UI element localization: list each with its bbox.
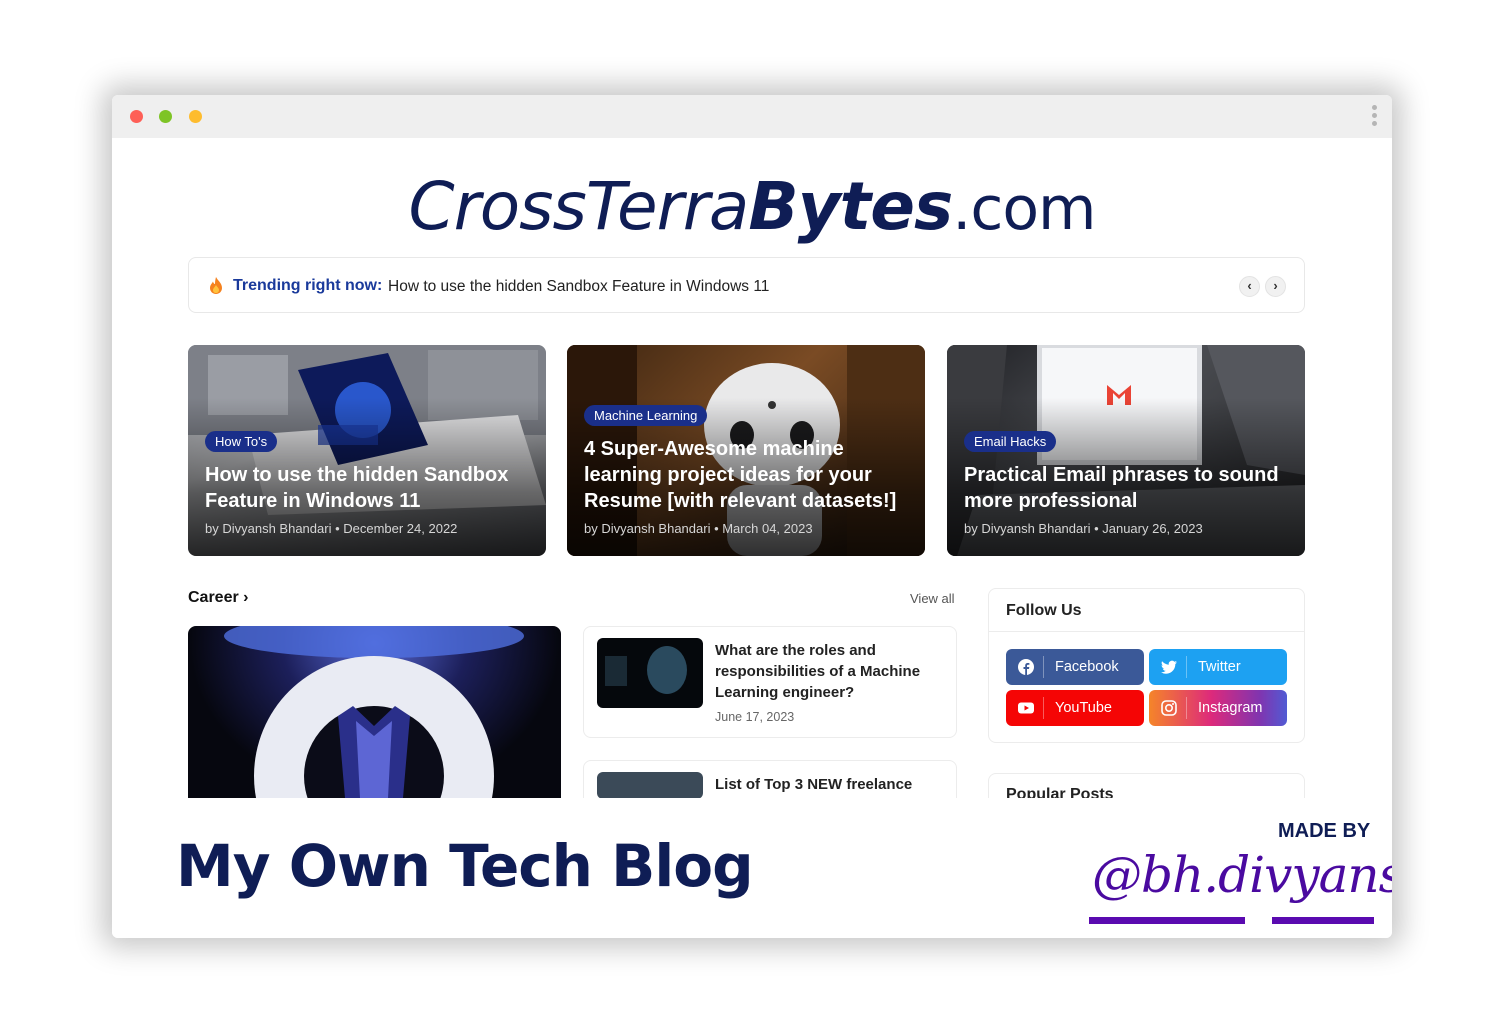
post-thumbnail xyxy=(597,638,703,708)
github-octocat-image xyxy=(224,626,524,798)
more-options-icon[interactable] xyxy=(1368,105,1380,129)
youtube-icon xyxy=(1018,702,1034,714)
trending-prev-button[interactable]: ‹ xyxy=(1239,276,1260,297)
handle-underline xyxy=(1272,917,1374,924)
card-meta: by Divyansh Bhandari • March 04, 2023 xyxy=(584,521,813,536)
post-date: June 17, 2023 xyxy=(715,710,795,724)
logo-part-crossterra: CrossTerra xyxy=(408,168,749,245)
category-badge[interactable]: Machine Learning xyxy=(584,405,708,426)
minimize-window-button[interactable] xyxy=(189,110,202,123)
close-window-button[interactable] xyxy=(130,110,143,123)
trending-label: Trending right now: xyxy=(233,277,383,294)
card-title[interactable]: Practical Email phrases to sound more pr… xyxy=(964,462,1291,514)
promo-footer: My Own Tech Blog MADE BY @bh.divyansh xyxy=(112,798,1392,938)
card-title[interactable]: How to use the hidden Sandbox Feature in… xyxy=(205,462,532,514)
logo-part-com: .com xyxy=(952,174,1096,244)
twitter-icon xyxy=(1161,660,1177,674)
post-title[interactable]: What are the roles and responsibilities … xyxy=(715,640,944,703)
card-meta: by Divyansh Bhandari • January 26, 2023 xyxy=(964,521,1203,536)
youtube-label: YouTube xyxy=(1055,700,1112,716)
facebook-label: Facebook xyxy=(1055,659,1119,675)
category-badge[interactable]: Email Hacks xyxy=(964,431,1057,452)
instagram-button[interactable]: Instagram xyxy=(1149,690,1287,726)
career-post-card[interactable]: What are the roles and responsibilities … xyxy=(583,626,957,738)
made-by-label: MADE BY xyxy=(1278,820,1371,842)
logo-part-bytes: Bytes xyxy=(748,168,953,245)
title-bar xyxy=(112,95,1392,138)
author-handle: @bh.divyansh xyxy=(1092,846,1392,904)
twitter-label: Twitter xyxy=(1198,659,1241,675)
career-section-heading[interactable]: Career › xyxy=(188,589,248,607)
card-meta: by Divyansh Bhandari • December 24, 2022 xyxy=(205,521,458,536)
card-title[interactable]: 4 Super-Awesome machine learning project… xyxy=(584,436,911,514)
featured-card-email-phrases[interactable]: Email Hacks Practical Email phrases to s… xyxy=(947,345,1305,556)
featured-card-sandbox[interactable]: How To's How to use the hidden Sandbox F… xyxy=(188,345,546,556)
instagram-icon xyxy=(1161,700,1177,716)
browser-window: CrossTerraBytes.com Trending right now: … xyxy=(112,95,1392,938)
career-view-all-link[interactable]: View all xyxy=(910,591,955,606)
site-logo[interactable]: CrossTerraBytes.com xyxy=(112,167,1392,249)
trending-next-button[interactable]: › xyxy=(1265,276,1286,297)
divider xyxy=(989,631,1304,632)
post-thumbnail xyxy=(597,772,703,799)
fire-icon xyxy=(210,277,222,294)
trending-bar: Trending right now: How to use the hidde… xyxy=(188,257,1305,313)
tagline: My Own Tech Blog xyxy=(176,832,754,900)
post-title[interactable]: List of Top 3 NEW freelance xyxy=(715,774,944,795)
youtube-button[interactable]: YouTube xyxy=(1006,690,1144,726)
career-post-card[interactable]: List of Top 3 NEW freelance xyxy=(583,760,957,799)
category-badge[interactable]: How To's xyxy=(205,431,278,452)
maximize-window-button[interactable] xyxy=(159,110,172,123)
follow-us-title: Follow Us xyxy=(1006,602,1082,619)
facebook-icon xyxy=(1018,659,1034,675)
twitter-button[interactable]: Twitter xyxy=(1149,649,1287,685)
career-featured-card[interactable] xyxy=(188,626,561,798)
follow-us-widget: Follow Us Facebook Twitter YouTube Insta… xyxy=(988,588,1305,743)
featured-card-ml-ideas[interactable]: Machine Learning 4 Super-Awesome machine… xyxy=(567,345,925,556)
instagram-label: Instagram xyxy=(1198,700,1263,716)
handle-underline xyxy=(1089,917,1245,924)
facebook-button[interactable]: Facebook xyxy=(1006,649,1144,685)
trending-post-link[interactable]: How to use the hidden Sandbox Feature in… xyxy=(388,278,769,296)
